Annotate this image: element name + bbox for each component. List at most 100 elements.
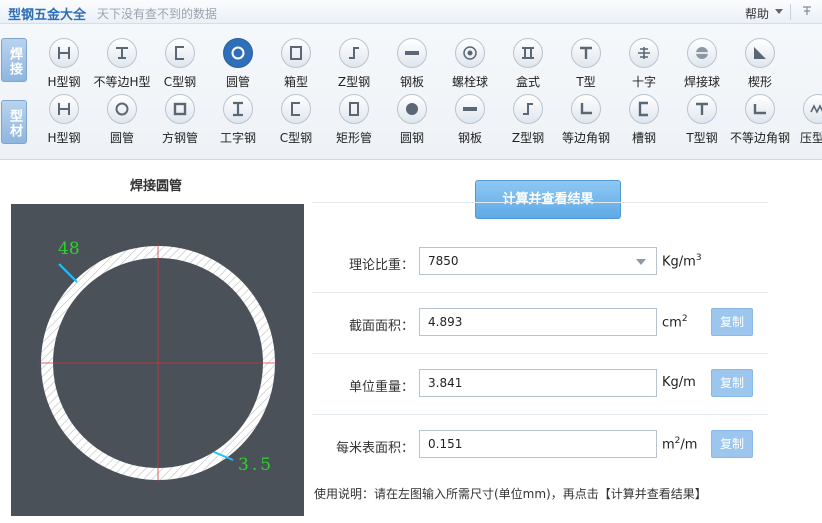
tool-label: 矩形管: [335, 131, 372, 145]
weight-field[interactable]: 3.841: [419, 369, 657, 397]
tool-cross-section[interactable]: 十字: [615, 38, 673, 94]
area-unit: cm2: [662, 314, 688, 331]
divider: [312, 292, 768, 293]
tool-unequal-angle[interactable]: 不等边角钢: [730, 94, 790, 150]
tool-round-tube[interactable]: 圆管: [93, 94, 151, 150]
tool-label: 螺栓球: [451, 75, 488, 89]
profiled-sheet-icon: [803, 94, 822, 124]
tool-round-tube[interactable]: 圆管: [209, 38, 267, 94]
t-section-icon: [687, 94, 717, 124]
square-tube-icon: [165, 94, 195, 124]
copy-weight-button[interactable]: 复制: [711, 369, 753, 397]
tool-square-tube[interactable]: 方钢管: [151, 94, 209, 150]
tool-t-section[interactable]: T型钢: [673, 94, 731, 150]
calculate-button[interactable]: 计算并查看结果: [475, 180, 621, 219]
c-channel-icon: [165, 38, 195, 68]
tool-plate[interactable]: 钢板: [383, 38, 441, 94]
tool-label: 圆管: [109, 131, 134, 145]
z-section-icon: [513, 94, 543, 124]
tool-label: 压型钢: [799, 131, 822, 145]
h-beam-icon: [49, 94, 79, 124]
app-slogan: 天下没有查不到的数据: [97, 7, 218, 21]
diameter-input[interactable]: 48: [58, 239, 80, 259]
category-profile[interactable]: 型材: [1, 100, 27, 144]
tool-label: 圆管: [225, 75, 250, 89]
equal-angle-icon: [571, 94, 601, 124]
tool-welded-ball[interactable]: 焊接球: [673, 38, 731, 94]
tool-label: 不等边H型: [93, 75, 151, 89]
divider: [312, 202, 768, 203]
tool-label: 工字钢: [219, 131, 256, 145]
tool-z-section[interactable]: Z型钢: [325, 38, 383, 94]
tool-label: 箱型: [283, 75, 308, 89]
tube-cross-section: 48 3.5: [39, 239, 277, 482]
z-section-icon: [339, 38, 369, 68]
tool-label: 等边角钢: [561, 131, 610, 145]
surface-label: 每米表面积：: [335, 441, 414, 456]
tool-label: 不等边角钢: [729, 131, 790, 145]
tool-label: 圆钢: [399, 131, 424, 145]
tool-t-section[interactable]: T型: [557, 38, 615, 94]
tool-unequal-h[interactable]: 不等边H型: [93, 38, 151, 94]
weight-unit: Kg/m: [662, 375, 696, 390]
tool-z-section[interactable]: Z型钢: [499, 94, 557, 150]
tool-i-beam[interactable]: 工字钢: [209, 94, 267, 150]
tool-label: 楔形: [747, 75, 772, 89]
t-section-icon: [571, 38, 601, 68]
chevron-down-icon[interactable]: [636, 259, 646, 265]
tool-box-section[interactable]: 箱型: [267, 38, 325, 94]
tube-diagram: 48 3.5: [11, 204, 304, 516]
tool-h-beam[interactable]: H型钢: [35, 38, 93, 94]
tool-label: 十字: [631, 75, 656, 89]
c-channel-icon: [281, 94, 311, 124]
unequal-h-icon: [107, 38, 137, 68]
pin-icon[interactable]: [800, 4, 814, 18]
round-tube-icon: [223, 38, 253, 68]
tool-label: Z型钢: [337, 75, 371, 89]
tool-c-channel[interactable]: C型钢: [267, 94, 325, 150]
tool-rect-tube[interactable]: 矩形管: [325, 94, 383, 150]
copy-surface-button[interactable]: 复制: [711, 430, 753, 458]
density-unit: Kg/m3: [662, 253, 702, 270]
tool-label: 槽钢: [631, 131, 656, 145]
plate-icon: [455, 94, 485, 124]
tool-round-bar[interactable]: 圆钢: [383, 94, 441, 150]
wedge-icon: [745, 38, 775, 68]
usage-instructions: 使用说明：请在左图输入所需尺寸(单位mm)，再点击【计算并查看结果】: [314, 487, 707, 501]
tool-bolt-ball[interactable]: 螺栓球: [441, 38, 499, 94]
tool-channel[interactable]: 槽钢: [615, 94, 673, 150]
title-bar: 型钢五金大全 天下没有查不到的数据 帮助: [0, 0, 822, 24]
round-tube-icon: [107, 94, 137, 124]
tool-wedge[interactable]: 楔形: [731, 38, 789, 94]
unequal-angle-icon: [745, 94, 775, 124]
shape-toolbar: 焊接 型材 H型钢 不等边H型 C型钢 圆管 箱型 Z型钢 钢板 螺栓球 盒式 T型 十字 焊接球 楔形…: [0, 24, 822, 160]
density-select[interactable]: 7850: [419, 247, 657, 275]
copy-area-button[interactable]: 复制: [711, 308, 753, 336]
tool-box-type[interactable]: 盒式: [499, 38, 557, 94]
cross-section-icon: [629, 38, 659, 68]
caret-down-icon[interactable]: [775, 9, 783, 14]
welded-ball-icon: [687, 38, 717, 68]
weight-label: 单位重量：: [348, 380, 414, 395]
tool-plate[interactable]: 钢板: [441, 94, 499, 150]
thickness-input[interactable]: 3.5: [238, 455, 274, 475]
tool-label: H型钢: [47, 131, 81, 145]
diameter-marker: [58, 263, 78, 283]
calculator-panel: 计算并查看结果 理论比重： 7850 Kg/m3 截面面积： 4.893 cm2…: [312, 160, 822, 523]
surface-field[interactable]: 0.151: [419, 430, 657, 458]
tool-c-channel[interactable]: C型钢: [151, 38, 209, 94]
tool-label: C型钢: [279, 131, 313, 145]
tool-profiled-sheet[interactable]: 压型钢: [789, 94, 822, 150]
tool-label: T型: [576, 75, 596, 89]
help-menu[interactable]: 帮助: [745, 5, 769, 22]
tool-label: 盒式: [515, 75, 540, 89]
tool-label: 方钢管: [161, 131, 198, 145]
channel-icon: [629, 94, 659, 124]
area-field[interactable]: 4.893: [419, 308, 657, 336]
area-label: 截面面积：: [348, 319, 414, 334]
category-weld[interactable]: 焊接: [1, 38, 27, 82]
tool-h-beam[interactable]: H型钢: [35, 94, 93, 150]
tool-label: 焊接球: [683, 75, 720, 89]
tool-equal-angle[interactable]: 等边角钢: [557, 94, 615, 150]
box-section-icon: [281, 38, 311, 68]
